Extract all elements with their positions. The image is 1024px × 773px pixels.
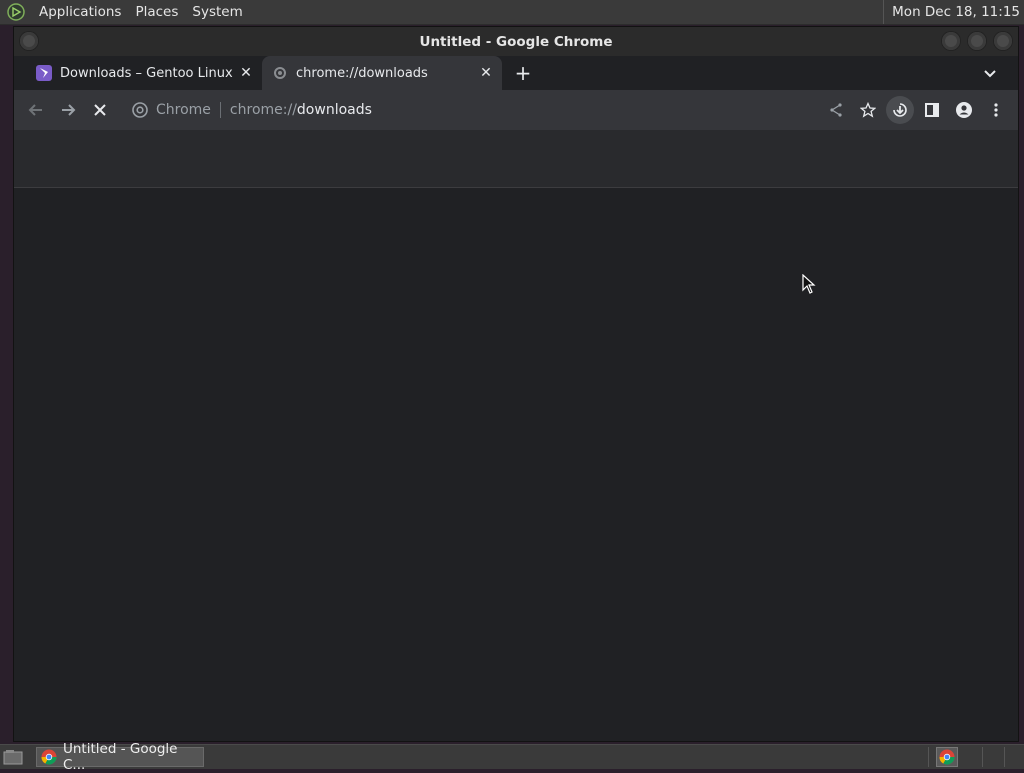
back-arrow-icon[interactable] [22,96,50,124]
loading-icon [272,65,288,81]
browser-window: Untitled - Google Chrome Downloads – Gen… [13,26,1019,742]
tab-strip: Downloads – Gentoo Linux ✕ chrome://down… [14,56,1018,90]
tab-close-icon[interactable]: ✕ [476,63,496,83]
tab-close-icon[interactable]: ✕ [236,63,256,83]
site-chip[interactable]: Chrome [122,102,211,118]
show-desktop-icon[interactable] [2,748,24,766]
kebab-menu-icon[interactable] [982,96,1010,124]
new-tab-button[interactable]: + [512,61,534,85]
url-host: downloads [296,102,372,118]
side-panel-icon[interactable] [918,96,946,124]
places-menu[interactable]: Places [128,4,185,20]
chrome-logo-icon [132,102,148,118]
tray-divider [928,747,929,767]
downloads-page-body [14,188,1018,741]
tab-search-chevron-icon[interactable] [980,64,1000,84]
tab-gentoo-downloads[interactable]: Downloads – Gentoo Linux ✕ [26,56,262,90]
top-panel: Applications Places System Mon Dec 18, 1… [0,0,1024,25]
window-menu-button[interactable] [20,32,38,50]
applications-menu[interactable]: Applications [32,4,128,20]
tab-title: chrome://downloads [296,65,428,81]
close-window-button[interactable] [994,32,1012,50]
profile-avatar-icon[interactable] [950,96,978,124]
stop-loading-icon[interactable] [86,96,114,124]
window-title: Untitled - Google Chrome [419,33,613,50]
tray-divider [1004,747,1005,767]
chrome-logo-icon [41,749,57,765]
downloads-page-header [14,130,1018,188]
distro-logo-icon[interactable] [6,2,26,22]
gentoo-icon [36,65,52,81]
browser-toolbar: Chrome chrome://downloads [14,90,1018,130]
tray-divider [982,747,983,767]
panel-clock[interactable]: Mon Dec 18, 11:15 [883,0,1024,24]
workspace-chrome-icon[interactable] [936,747,958,767]
downloads-icon[interactable] [886,96,914,124]
bottom-panel: Untitled - Google C... [0,741,1024,773]
share-icon[interactable] [822,96,850,124]
tab-chrome-downloads[interactable]: chrome://downloads ✕ [262,56,502,90]
address-bar[interactable]: Chrome chrome://downloads [122,95,882,125]
taskbar-item-label: Untitled - Google C... [63,741,178,773]
window-titlebar[interactable]: Untitled - Google Chrome [14,27,1018,56]
address-divider [219,102,221,118]
url-scheme: chrome:// [229,102,297,118]
tab-title: Downloads – Gentoo Linux [60,65,233,81]
system-menu[interactable]: System [185,4,249,20]
toolbar-actions [818,96,1010,124]
site-chip-label: Chrome [156,102,211,118]
mouse-cursor-icon [802,274,816,294]
taskbar-chrome-window[interactable]: Untitled - Google C... [36,741,204,773]
maximize-button[interactable] [968,32,986,50]
forward-arrow-icon[interactable] [54,96,82,124]
minimize-button[interactable] [942,32,960,50]
bookmark-star-icon[interactable] [854,96,882,124]
